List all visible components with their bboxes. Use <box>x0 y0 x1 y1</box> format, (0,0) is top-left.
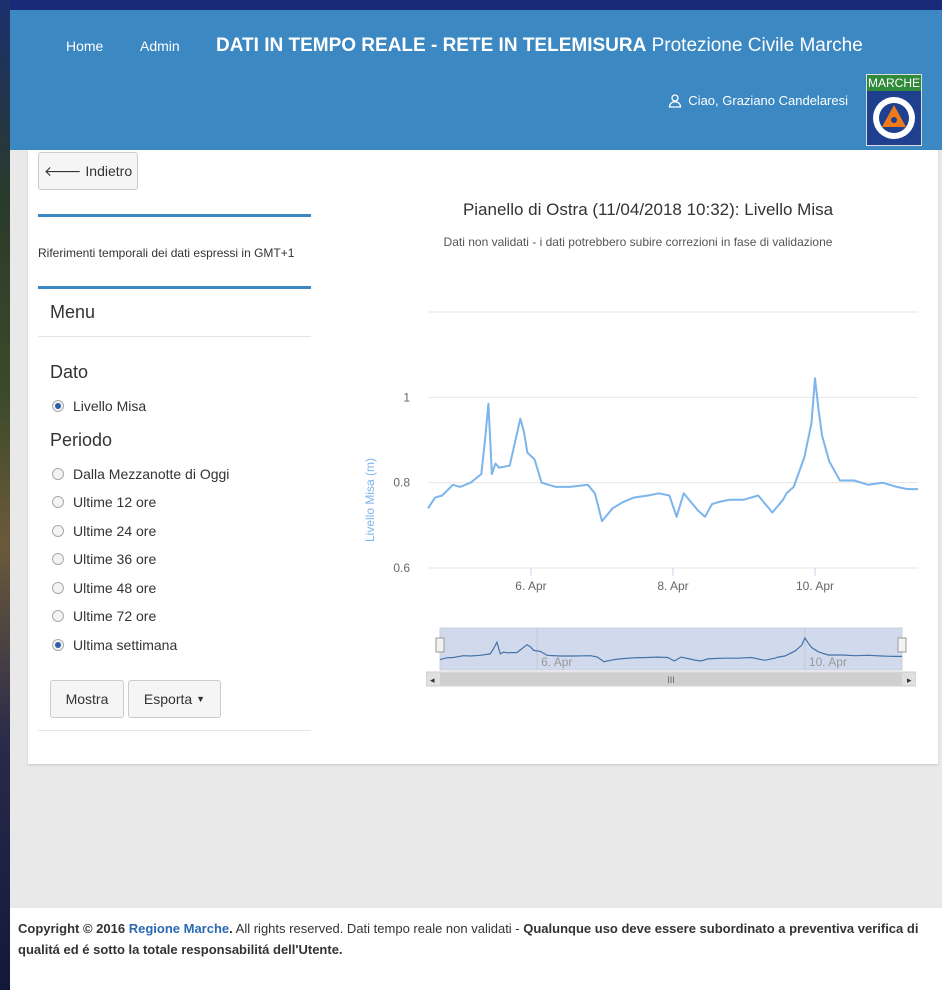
navigator-tick-label: 10. Apr <box>809 655 847 669</box>
nav-home-link[interactable]: Home <box>66 38 103 54</box>
main-panel: 🡐 Indietro Riferimenti temporali dei dat… <box>28 150 938 764</box>
radio-indicator[interactable] <box>52 496 64 508</box>
radio-label: Ultime 12 ore <box>73 494 157 510</box>
caret-down-icon: ▼ <box>196 694 206 704</box>
time-note: Riferimenti temporali dei dati espressi … <box>38 246 295 260</box>
y-tick-label: 1 <box>403 390 410 404</box>
radio-indicator[interactable] <box>52 639 64 651</box>
logo-label: MARCHE <box>867 75 921 91</box>
user-name: Ciao, Graziano Candelaresi <box>688 93 848 108</box>
desktop-top-bar <box>0 0 942 10</box>
radio-label: Livello Misa <box>73 398 147 414</box>
regione-marche-link[interactable]: Regione Marche <box>129 921 229 936</box>
chart-navigator[interactable]: 6. Apr 10. Apr III ◂ ▸ <box>426 624 916 690</box>
sidebar-rule-menu <box>38 286 311 289</box>
y-tick-label: 0.6 <box>393 561 410 575</box>
x-tick-label: 10. Apr <box>796 579 834 593</box>
nav-admin-link[interactable]: Admin <box>140 38 180 54</box>
radio-label: Ultime 72 ore <box>73 608 157 624</box>
x-tick-label: 6. Apr <box>515 579 546 593</box>
rights-text: All rights reserved. Dati tempo reale no… <box>235 921 524 936</box>
navigator-tick-label: 6. Apr <box>541 655 572 669</box>
radio-48-ore[interactable]: Ultime 48 ore <box>52 580 156 596</box>
radio-indicator[interactable] <box>52 553 64 565</box>
series-line-livello-misa <box>427 377 918 523</box>
radio-24-ore[interactable]: Ultime 24 ore <box>52 523 156 539</box>
copyright-label: Copyright © 2016 <box>18 921 129 936</box>
radio-indicator[interactable] <box>52 468 64 480</box>
back-label: Indietro <box>85 163 133 179</box>
radio-12-ore[interactable]: Ultime 12 ore <box>52 494 156 510</box>
y-axis-label: Livello Misa (m) <box>363 458 377 542</box>
brand-title[interactable]: DATI IN TEMPO REALE - RETE IN TELEMISURA… <box>216 35 863 57</box>
brand-subtitle: Protezione Civile Marche <box>651 35 863 56</box>
menu-divider <box>38 336 311 337</box>
user-greeting[interactable]: Ciao, Graziano Candelaresi <box>668 93 848 108</box>
sidebar-rule-top <box>38 214 311 217</box>
radio-indicator[interactable] <box>52 582 64 594</box>
protezione-civile-logo: MARCHE <box>866 74 922 146</box>
radio-livello-misa[interactable]: Livello Misa <box>52 398 146 414</box>
radio-72-ore[interactable]: Ultime 72 ore <box>52 608 156 624</box>
periodo-title: Periodo <box>50 430 113 450</box>
site-footer: Copyright © 2016 Regione Marche. All rig… <box>10 908 942 990</box>
radio-indicator[interactable] <box>52 400 64 412</box>
radio-label: Ultime 24 ore <box>73 523 157 539</box>
brand-bold: DATI IN TEMPO REALE - RETE IN TELEMISURA <box>216 35 647 56</box>
radio-mezzanotte[interactable]: Dalla Mezzanotte di Oggi <box>52 466 229 482</box>
scrollbar-grip-icon: III <box>667 675 675 685</box>
y-tick-label: 0.8 <box>393 476 410 490</box>
level-chart[interactable]: 0.6 0.8 1 6. Apr 8. Apr 10. Apr Livello Misa (… <box>358 300 924 600</box>
chart-subtitle: Dati non validati - i dati potrebbero su… <box>443 235 833 249</box>
sidebar-bottom-divider <box>38 730 311 731</box>
navigator-handle[interactable] <box>897 637 907 653</box>
export-label: Esporta <box>143 691 193 707</box>
navigator-handle[interactable] <box>435 637 445 653</box>
user-icon <box>669 93 682 108</box>
back-button[interactable]: 🡐 Indietro <box>38 152 138 190</box>
radio-ultima-settimana[interactable]: Ultima settimana <box>52 637 177 653</box>
chart-title: Pianello di Ostra (11/04/2018 10:32): Li… <box>462 200 834 219</box>
export-button[interactable]: Esporta ▼ <box>128 680 221 718</box>
dato-title: Dato <box>50 362 89 382</box>
logo-emblem <box>867 91 921 145</box>
show-button[interactable]: Mostra <box>50 680 124 718</box>
scroll-right-icon: ▸ <box>907 675 912 685</box>
site-header: Home Admin DATI IN TEMPO REALE - RETE IN… <box>10 10 942 150</box>
radio-indicator[interactable] <box>52 525 64 537</box>
menu-title: Menu <box>50 302 96 322</box>
radio-label: Ultime 48 ore <box>73 580 157 596</box>
copyright-dot: . <box>229 921 233 936</box>
radio-label: Ultime 36 ore <box>73 551 157 567</box>
desktop-left-strip <box>0 0 10 990</box>
arrow-left-icon: 🡐 <box>43 162 82 179</box>
radio-label: Dalla Mezzanotte di Oggi <box>73 466 230 482</box>
radio-36-ore[interactable]: Ultime 36 ore <box>52 551 156 567</box>
radio-label: Ultima settimana <box>73 637 178 653</box>
scroll-left-icon: ◂ <box>430 675 435 685</box>
x-tick-label: 8. Apr <box>657 579 688 593</box>
radio-indicator[interactable] <box>52 610 64 622</box>
